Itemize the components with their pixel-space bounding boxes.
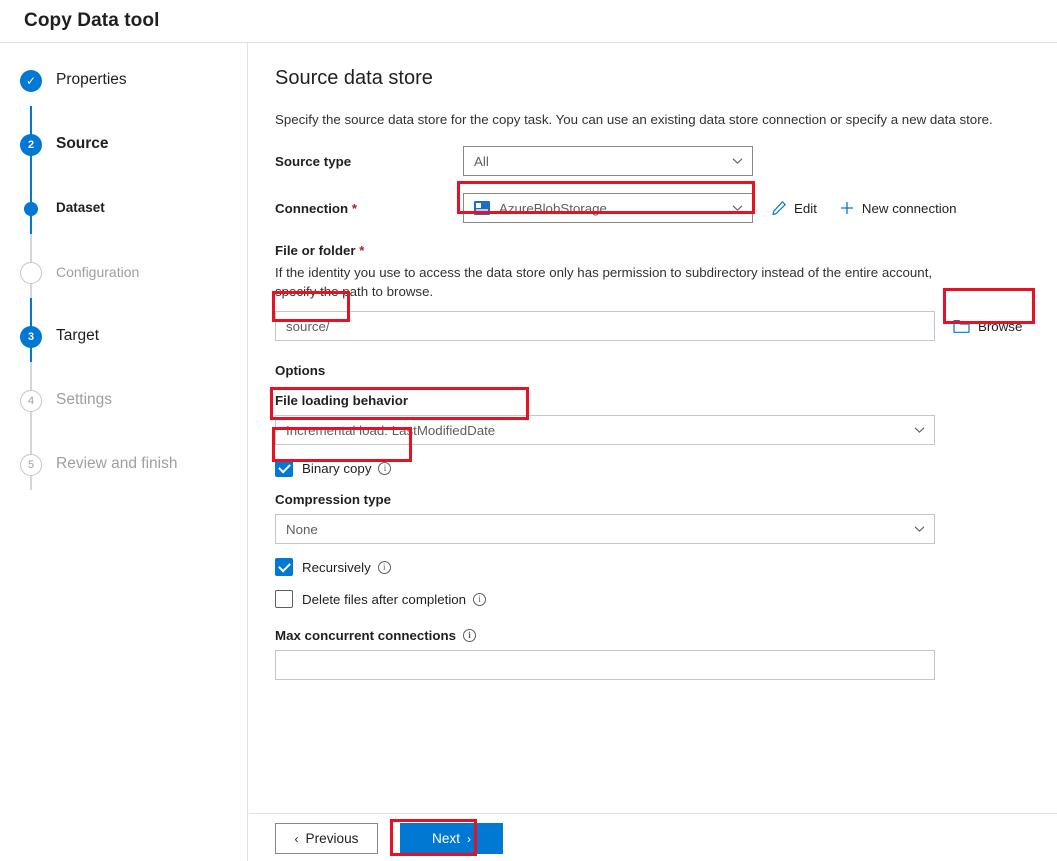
compression-type-label: Compression type — [275, 492, 392, 507]
sidebar-step-label-properties: Properties — [56, 71, 127, 88]
chevron-left-icon: ‹ — [294, 831, 299, 846]
file-or-folder-block: File or folder * If the identity you use… — [275, 243, 1031, 341]
sidebar-step-target[interactable]: 3 Target — [0, 325, 247, 389]
connection-select[interactable]: AzureBlobStorage — [463, 193, 753, 223]
step-number-5: 5 — [27, 458, 35, 471]
page-title: Source data store — [275, 67, 433, 89]
sidebar-step-properties[interactable]: ✓ Properties — [0, 69, 247, 133]
next-button-label: Next — [432, 831, 460, 846]
source-type-value: All — [474, 153, 489, 169]
compression-type-select[interactable]: None — [275, 514, 935, 544]
connection-row: Connection * AzureBlobStorage Edit New c… — [275, 193, 1031, 223]
step-number-3: 3 — [27, 330, 35, 343]
file-or-folder-input[interactable]: source/ — [275, 311, 935, 341]
step-marker-configuration-circle-icon — [20, 262, 42, 284]
next-button[interactable]: Next › — [400, 823, 503, 854]
chevron-right-icon: › — [466, 831, 471, 846]
chevron-down-icon — [914, 524, 925, 535]
sidebar-step-label-target: Target — [56, 327, 100, 344]
copy-data-tool-window: Copy Data tool ✓ Properties 2 Source Dat… — [0, 0, 1057, 861]
wizard-sidebar: ✓ Properties 2 Source Dataset Configurat… — [0, 43, 248, 861]
previous-button-label: Previous — [305, 831, 359, 846]
file-or-folder-required-asterisk: * — [359, 243, 365, 258]
sidebar-step-settings[interactable]: 4 Settings — [0, 389, 247, 453]
recursively-row[interactable]: Recursively i — [275, 558, 1031, 576]
info-icon[interactable]: i — [378, 461, 392, 475]
previous-button[interactable]: ‹ Previous — [275, 823, 378, 854]
sidebar-step-configuration[interactable]: Configuration — [0, 261, 247, 325]
file-or-folder-label: File or folder * — [275, 243, 1031, 258]
connection-value: AzureBlobStorage — [499, 200, 607, 216]
options-section-title: Options — [275, 363, 326, 378]
delete-files-after-completion-label: Delete files after completion — [302, 591, 467, 607]
browse-button[interactable]: Browse — [953, 319, 1022, 334]
new-connection-label: New connection — [861, 200, 957, 216]
binary-copy-row[interactable]: Binary copy i — [275, 459, 1031, 477]
main-pane: Source data store Specify the source dat… — [249, 43, 1057, 861]
chevron-down-icon — [732, 203, 743, 214]
page-description: Specify the source data store for the co… — [275, 112, 993, 127]
new-connection-button[interactable]: New connection — [839, 200, 957, 216]
recursively-label: Recursively — [302, 559, 371, 575]
recursively-checkbox[interactable] — [275, 558, 293, 576]
step-marker-source: 2 — [20, 134, 42, 156]
source-data-store-form: Source data store Specify the source dat… — [249, 43, 1057, 680]
sidebar-step-label-review-and-finish: Review and finish — [56, 455, 178, 472]
file-loading-behavior-select[interactable]: Incremental load: LastModifiedDate — [275, 415, 935, 445]
connection-required-asterisk: * — [351, 200, 358, 216]
azure-blob-storage-icon — [474, 201, 490, 215]
file-or-folder-value: source/ — [286, 318, 330, 334]
sidebar-step-dataset[interactable]: Dataset — [0, 197, 247, 261]
chevron-down-icon — [914, 425, 925, 436]
plus-icon — [839, 200, 855, 216]
window-title: Copy Data tool — [24, 10, 160, 31]
connection-actions: Edit New connection — [771, 200, 979, 216]
check-icon: ✓ — [25, 74, 37, 88]
wizard-steps: ✓ Properties 2 Source Dataset Configurat… — [0, 69, 247, 517]
delete-files-after-completion-checkbox[interactable] — [275, 590, 293, 608]
step-marker-dataset-dot-icon — [20, 198, 42, 220]
connection-label-text: Connection — [275, 200, 349, 216]
file-loading-behavior-label: File loading behavior — [275, 393, 408, 408]
step-number-2: 2 — [27, 138, 35, 151]
step-number-4: 4 — [27, 394, 35, 407]
sidebar-step-source[interactable]: 2 Source — [0, 133, 247, 197]
file-loading-behavior-value: Incremental load: LastModifiedDate — [286, 422, 496, 438]
max-concurrent-connections-label-text: Max concurrent connections — [275, 628, 457, 643]
folder-icon — [953, 319, 970, 334]
compression-type-value: None — [286, 521, 318, 537]
source-type-row: Source type All — [275, 146, 1031, 176]
sidebar-step-label-configuration: Configuration — [56, 264, 140, 280]
pencil-icon — [771, 200, 787, 216]
max-concurrent-connections-label: Max concurrent connections i — [275, 628, 1031, 643]
step-marker-review: 5 — [20, 454, 42, 476]
binary-copy-label: Binary copy — [302, 460, 372, 476]
binary-copy-checkbox[interactable] — [275, 459, 293, 477]
sidebar-step-label-settings: Settings — [56, 391, 113, 408]
wizard-footer: ‹ Previous Next › — [249, 813, 1057, 861]
max-concurrent-connections-input[interactable] — [275, 650, 935, 680]
step-marker-properties-check-icon: ✓ — [20, 70, 42, 92]
info-icon[interactable]: i — [377, 560, 391, 574]
source-type-select[interactable]: All — [463, 146, 753, 176]
info-icon[interactable]: i — [463, 629, 477, 642]
sidebar-step-review-and-finish[interactable]: 5 Review and finish — [0, 453, 247, 517]
file-or-folder-label-text: File or folder — [275, 243, 356, 258]
chevron-down-icon — [732, 156, 743, 167]
step-marker-settings: 4 — [20, 390, 42, 412]
file-or-folder-help-text: If the identity you use to access the da… — [275, 265, 933, 299]
sidebar-step-label-dataset: Dataset — [56, 200, 105, 215]
connection-label: Connection * — [275, 201, 463, 216]
info-icon[interactable]: i — [473, 592, 487, 606]
sidebar-step-label-source: Source — [56, 135, 109, 152]
file-or-folder-row: source/ Browse — [275, 311, 1031, 341]
edit-connection-label: Edit — [794, 200, 817, 216]
browse-button-label: Browse — [978, 318, 1023, 334]
window-titlebar: Copy Data tool — [0, 0, 1057, 43]
source-type-label: Source type — [275, 153, 352, 169]
step-marker-target: 3 — [20, 326, 42, 348]
edit-connection-button[interactable]: Edit — [771, 200, 817, 216]
delete-files-after-completion-row[interactable]: Delete files after completion i — [275, 590, 1031, 608]
